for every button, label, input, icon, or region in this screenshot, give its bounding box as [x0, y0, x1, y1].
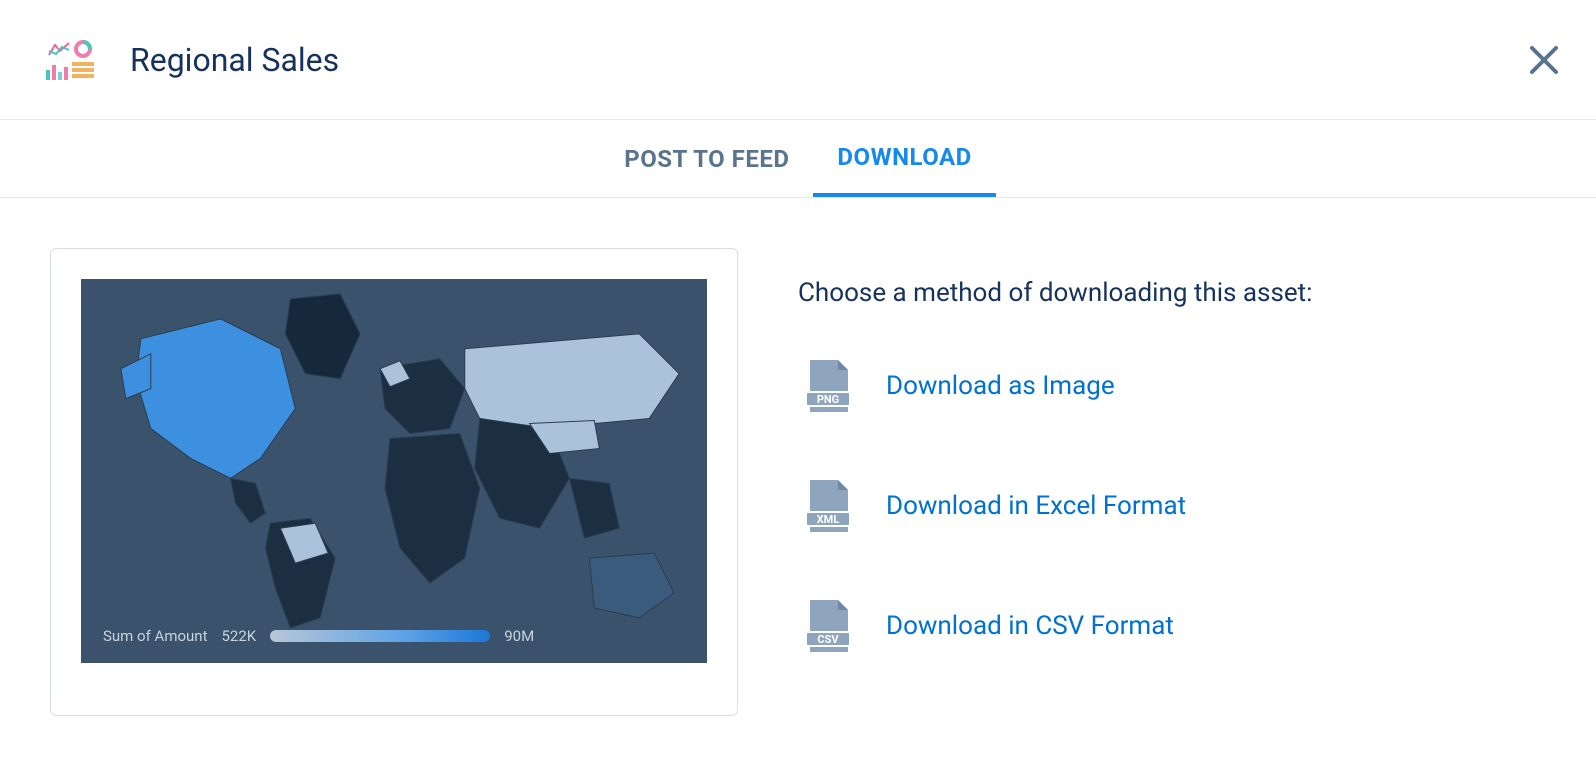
world-map-chart: Sum of Amount 522K 90M — [81, 279, 707, 663]
asset-preview-card: Sum of Amount 522K 90M — [50, 248, 738, 716]
download-as-image-option[interactable]: PNG Download as Image — [798, 356, 1546, 416]
modal-header: Regional Sales — [0, 0, 1596, 120]
choropleth-map — [81, 279, 707, 662]
legend-label: Sum of Amount — [103, 627, 208, 645]
close-icon — [1528, 44, 1560, 76]
close-button[interactable] — [1528, 44, 1560, 80]
tab-bar: POST TO FEED DOWNLOAD — [0, 120, 1596, 198]
svg-text:XML: XML — [817, 513, 840, 526]
tab-post-to-feed[interactable]: POST TO FEED — [600, 120, 813, 197]
download-options-panel: Choose a method of downloading this asse… — [798, 248, 1546, 716]
map-legend: Sum of Amount 522K 90M — [81, 615, 707, 663]
svg-text:PNG: PNG — [817, 393, 839, 406]
page-title: Regional Sales — [130, 41, 339, 79]
modal-content: Sum of Amount 522K 90M Choose a method o… — [0, 198, 1596, 766]
download-csv-label: Download in CSV Format — [886, 611, 1174, 641]
csv-file-icon: CSV — [798, 596, 858, 656]
bar-chart-icon — [46, 62, 68, 80]
png-file-icon: PNG — [798, 356, 858, 416]
donut-chart-icon — [74, 40, 92, 58]
download-image-label: Download as Image — [886, 371, 1115, 401]
download-excel-label: Download in Excel Format — [886, 491, 1186, 521]
tab-download[interactable]: DOWNLOAD — [813, 120, 995, 197]
stacked-chart-icon — [72, 62, 94, 80]
line-chart-icon — [48, 41, 70, 57]
legend-min: 522K — [222, 627, 257, 645]
download-csv-option[interactable]: CSV Download in CSV Format — [798, 596, 1546, 656]
analytics-app-icon — [42, 32, 98, 88]
legend-gradient-bar — [270, 630, 490, 642]
legend-max: 90M — [504, 627, 534, 645]
svg-text:CSV: CSV — [817, 633, 839, 646]
download-prompt: Choose a method of downloading this asse… — [798, 278, 1546, 308]
xml-file-icon: XML — [798, 476, 858, 536]
download-excel-option[interactable]: XML Download in Excel Format — [798, 476, 1546, 536]
